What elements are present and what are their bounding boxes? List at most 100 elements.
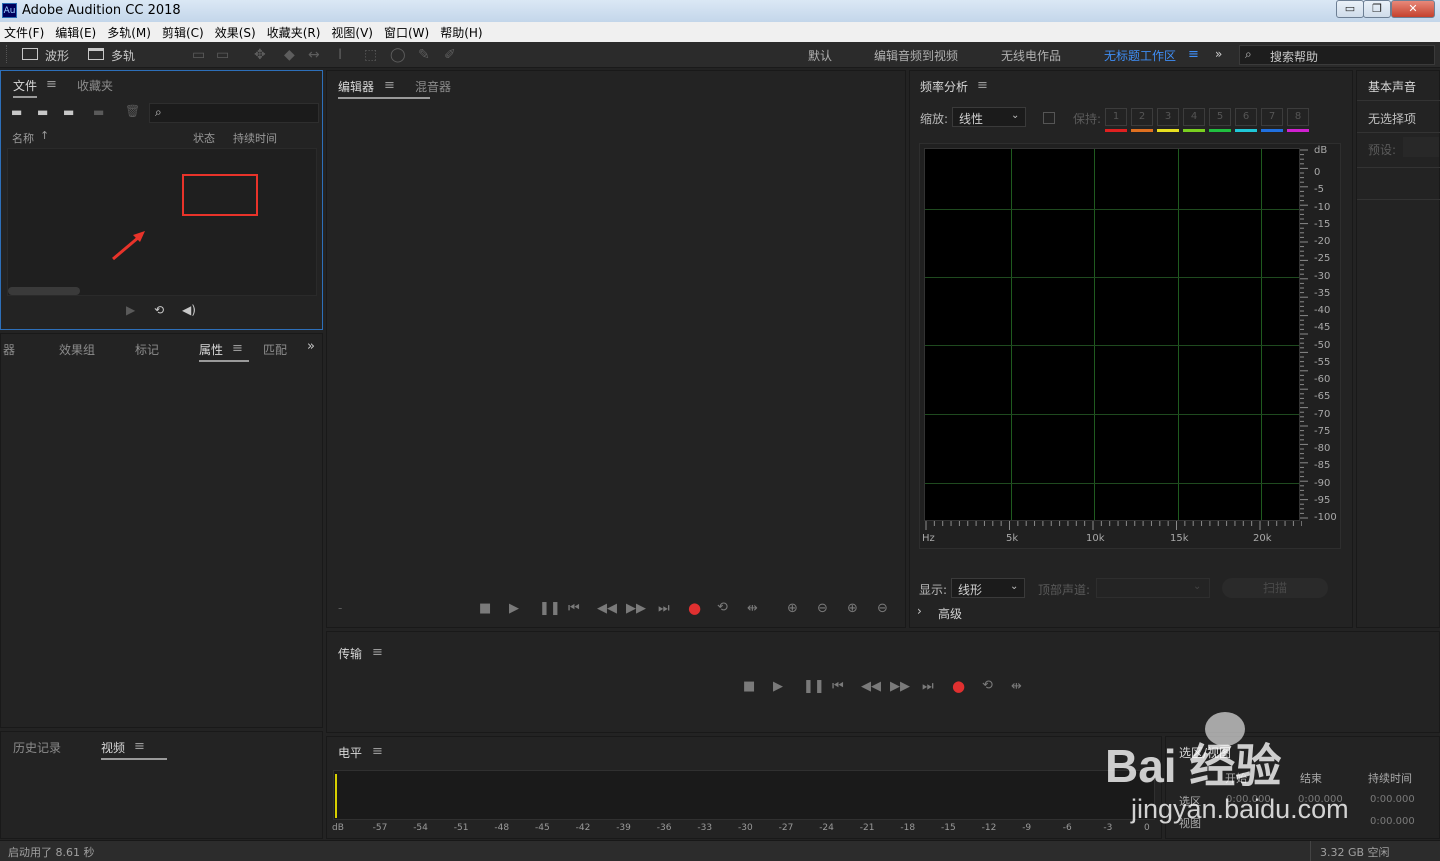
close-button[interactable]: ✕ — [1391, 0, 1435, 18]
help-search-box[interactable]: ⌕ 搜索帮助 — [1239, 45, 1435, 65]
move-tool-icon[interactable]: ✥ — [254, 47, 266, 63]
workspace-untitled[interactable]: 无标题工作区 — [1104, 47, 1176, 64]
horizontal-scrollbar[interactable] — [8, 287, 80, 295]
marquee-tool-icon[interactable]: ⬚ — [364, 47, 377, 63]
record-icon[interactable]: ● — [688, 599, 701, 617]
menu-favorites[interactable]: 收藏夹(R) — [267, 24, 321, 41]
advanced-toggle[interactable]: 高级 — [938, 605, 962, 622]
keep-slot-7[interactable]: 7 — [1261, 108, 1283, 126]
tab-favorites[interactable]: 收藏夹 — [77, 77, 113, 94]
preview-volume-icon[interactable]: ◀) — [182, 303, 196, 317]
tabs-overflow-icon[interactable]: » — [307, 339, 315, 354]
zoom-in-time-icon[interactable]: ⊕ — [847, 601, 858, 616]
brush-tool-icon[interactable]: ✎ — [418, 47, 430, 63]
tab-mixer[interactable]: 混音器 — [415, 78, 451, 95]
workspace-menu-icon[interactable]: ≡ — [1188, 47, 1199, 62]
zoom-in-amplitude-icon[interactable]: ⊕ — [787, 601, 798, 616]
properties-menu-icon[interactable]: ≡ — [232, 341, 243, 356]
skip-to-start-icon[interactable]: ⏮ — [568, 601, 580, 616]
selection-duration-value[interactable]: 0:00.000 — [1370, 794, 1415, 805]
multitrack-button[interactable]: 多轨 — [111, 47, 135, 64]
pause-icon[interactable]: ❚❚ — [803, 679, 825, 694]
selection-end-value[interactable]: 0:00.000 — [1298, 794, 1343, 805]
open-file-icon[interactable]: ▬ — [11, 105, 22, 119]
levels-menu-icon[interactable]: ≡ — [372, 744, 383, 759]
waveform-button[interactable]: 波形 — [45, 47, 69, 64]
transport-menu-icon[interactable]: ≡ — [372, 645, 383, 660]
preview-play-icon[interactable]: ▶ — [126, 303, 135, 317]
pause-icon[interactable]: ❚❚ — [539, 601, 561, 616]
keep-slot-3[interactable]: 3 — [1157, 108, 1179, 126]
record-icon[interactable]: ● — [952, 677, 965, 695]
tab-history[interactable]: 历史记录 — [13, 739, 61, 756]
workspace-radio-production[interactable]: 无线电作品 — [1001, 47, 1061, 64]
tab-markers[interactable]: 标记 — [135, 341, 159, 358]
zoom-out-amplitude-icon[interactable]: ⊖ — [817, 601, 828, 616]
rewind-icon[interactable]: ◀◀ — [861, 679, 881, 694]
time-selection-tool-icon[interactable]: I — [338, 47, 342, 63]
stop-icon[interactable]: ■ — [743, 679, 755, 694]
top-channel-select[interactable]: ⌄ — [1096, 578, 1210, 598]
loop-playback-icon[interactable]: ⟲ — [982, 678, 993, 693]
pitch-display-icon[interactable]: ▭ — [216, 47, 229, 63]
spectral-display-icon[interactable]: ▭ — [192, 47, 205, 63]
lasso-tool-icon[interactable]: ◯ — [390, 47, 406, 63]
zoom-out-time-icon[interactable]: ⊖ — [877, 601, 888, 616]
display-select[interactable]: 线形 ⌄ — [951, 578, 1025, 598]
spot-healing-icon[interactable]: ✐ — [444, 47, 456, 63]
keep-slot-4[interactable]: 4 — [1183, 108, 1205, 126]
menu-multitrack[interactable]: 多轨(M) — [107, 24, 151, 41]
lock-checkbox[interactable] — [1043, 112, 1055, 124]
file-search-input[interactable]: ⌕ — [149, 103, 319, 123]
skip-selection-icon[interactable]: ⇹ — [747, 601, 758, 616]
slip-tool-icon[interactable]: ↔ — [308, 47, 320, 63]
view-duration-value[interactable]: 0:00.000 — [1370, 816, 1415, 827]
skip-selection-icon[interactable]: ⇹ — [1011, 679, 1022, 694]
tab-files[interactable]: 文件 — [13, 77, 38, 98]
keep-slot-6[interactable]: 6 — [1235, 108, 1257, 126]
scan-button[interactable]: 扫描 — [1222, 578, 1328, 598]
workspace-default[interactable]: 默认 — [808, 47, 832, 64]
menu-help[interactable]: 帮助(H) — [440, 24, 482, 41]
minimize-button[interactable]: ▭ — [1336, 0, 1364, 18]
keep-slot-5[interactable]: 5 — [1209, 108, 1231, 126]
insert-into-multitrack-icon[interactable]: ▬ — [93, 105, 104, 119]
chevron-right-icon[interactable]: › — [917, 604, 922, 618]
file-list[interactable] — [7, 148, 317, 296]
zoom-select[interactable]: 线性 ⌄ — [952, 107, 1026, 127]
razor-tool-icon[interactable]: ◆ — [284, 47, 295, 63]
video-menu-icon[interactable]: ≡ — [134, 739, 145, 754]
rewind-icon[interactable]: ◀◀ — [597, 601, 617, 616]
skip-to-end-icon[interactable]: ⏭ — [658, 601, 670, 616]
menu-edit[interactable]: 编辑(E) — [55, 24, 96, 41]
tab-truncated[interactable]: 器 — [3, 341, 15, 358]
workspace-overflow-button[interactable]: » — [1215, 47, 1222, 61]
menu-file[interactable]: 文件(F) — [4, 24, 44, 41]
frequency-graph-plot[interactable] — [924, 148, 1300, 521]
column-status-header[interactable]: 状态 — [193, 130, 215, 146]
fast-forward-icon[interactable]: ▶▶ — [890, 679, 910, 694]
keep-slot-8[interactable]: 8 — [1287, 108, 1309, 126]
column-duration-header[interactable]: 持续时间 — [233, 130, 277, 146]
files-panel-menu-icon[interactable]: ≡ — [46, 77, 57, 92]
keep-slot-2[interactable]: 2 — [1131, 108, 1153, 126]
fast-forward-icon[interactable]: ▶▶ — [626, 601, 646, 616]
new-file-icon[interactable]: ▬ — [63, 105, 74, 119]
stop-icon[interactable]: ■ — [479, 601, 491, 616]
loop-playback-icon[interactable]: ⟲ — [717, 600, 728, 615]
import-file-icon[interactable]: ▬ — [37, 105, 48, 119]
keep-slot-1[interactable]: 1 — [1105, 108, 1127, 126]
skip-to-end-icon[interactable]: ⏭ — [922, 679, 934, 694]
tab-match[interactable]: 匹配 — [263, 341, 287, 358]
maximize-button[interactable]: ❐ — [1363, 0, 1391, 18]
editor-menu-icon[interactable]: ≡ — [384, 78, 395, 93]
skip-to-start-icon[interactable]: ⏮ — [832, 679, 844, 694]
delete-file-icon[interactable]: 🗑 — [125, 104, 140, 118]
menu-clip[interactable]: 剪辑(C) — [162, 24, 204, 41]
menu-window[interactable]: 窗口(W) — [384, 24, 429, 41]
play-icon[interactable]: ▶ — [773, 679, 783, 694]
menu-effects[interactable]: 效果(S) — [215, 24, 256, 41]
tab-effects-group[interactable]: 效果组 — [59, 341, 95, 358]
selection-start-value[interactable]: 0:00.000 — [1226, 794, 1271, 805]
workspace-edit-audio-to-video[interactable]: 编辑音频到视频 — [874, 47, 958, 64]
